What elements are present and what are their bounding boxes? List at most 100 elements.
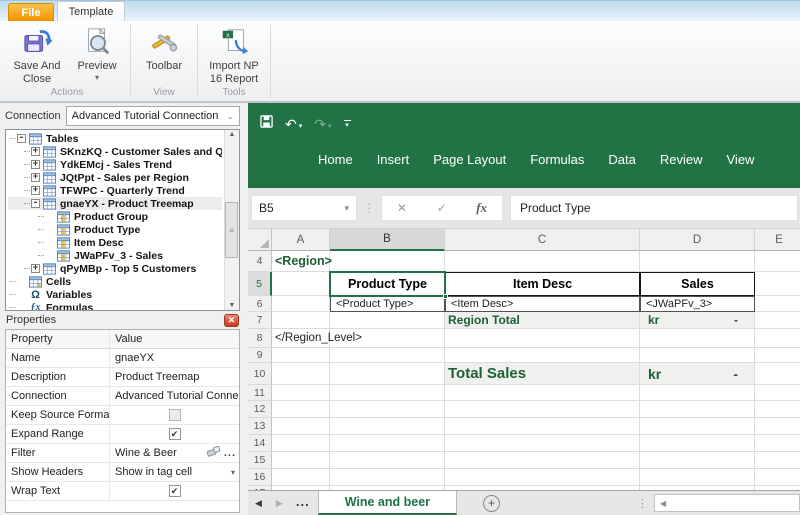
cell-A12[interactable] [272, 401, 330, 418]
row-header-6[interactable]: 6 [248, 296, 272, 312]
horizontal-scrollbar[interactable]: ◀ [654, 494, 800, 512]
customize-quick-access-icon[interactable]: ▾ [343, 119, 351, 129]
redo-dropdown-icon[interactable]: ▾ [328, 123, 332, 130]
cell-E10[interactable] [755, 363, 800, 385]
tree-item-cells[interactable]: Cells [8, 275, 222, 288]
cell-B14[interactable] [330, 435, 445, 452]
save-icon[interactable] [260, 115, 273, 133]
tree-item-tables[interactable]: - Tables [8, 132, 222, 145]
cell-E5[interactable] [755, 272, 800, 296]
cell-D10[interactable]: kr - [640, 363, 755, 385]
cell-B5[interactable]: Product Type [329, 271, 448, 299]
insert-function-icon[interactable]: fx [476, 200, 487, 216]
row-header-13[interactable]: 13 [248, 418, 272, 435]
scroll-left-icon[interactable]: ◀ [660, 499, 666, 508]
enter-entry-icon[interactable]: ✓ [437, 201, 447, 215]
cell-C7[interactable]: Region Total [445, 312, 640, 329]
column-header-A[interactable]: A [272, 229, 330, 251]
cell-E8[interactable] [755, 329, 800, 348]
name-box[interactable]: B5 ▾ [251, 195, 357, 221]
close-properties-icon[interactable]: ✕ [224, 313, 239, 327]
name-box-dropdown-icon[interactable]: ▾ [344, 203, 349, 214]
cell-D4[interactable] [640, 251, 755, 272]
tree-item-product-group[interactable]: Product Group [8, 210, 222, 223]
undo-dropdown-icon[interactable]: ▾ [299, 123, 303, 130]
select-all-corner[interactable] [248, 229, 272, 251]
tree-item-ydkemcj-sales-trend[interactable]: + YdkEMcj - Sales Trend [8, 158, 222, 171]
cell-E13[interactable] [755, 418, 800, 435]
ribbon-tab-view[interactable]: View [715, 152, 767, 167]
cell-B12[interactable] [330, 401, 445, 418]
cell-A13[interactable] [272, 418, 330, 435]
sheet-tab-overflow[interactable]: ... [290, 494, 316, 513]
tab-file[interactable]: File [8, 3, 54, 21]
cell-D14[interactable] [640, 435, 755, 452]
cell-B15[interactable] [330, 452, 445, 469]
property-value[interactable] [110, 406, 239, 424]
cell-E15[interactable] [755, 452, 800, 469]
cell-C8[interactable] [445, 329, 640, 348]
cell-E6[interactable] [755, 296, 800, 312]
tree-item-jqtppt-sales-per-region[interactable]: + JQtPpt - Sales per Region [8, 171, 222, 184]
row-header-4[interactable]: 4 [248, 251, 272, 272]
redo-button[interactable]: ↷ ▾ [314, 117, 331, 131]
expand-icon[interactable]: + [31, 160, 40, 169]
expand-icon[interactable]: + [31, 147, 40, 156]
cell-A6[interactable] [272, 296, 330, 312]
property-value[interactable]: Show in tag cell ▾ [110, 463, 239, 481]
scroll-down-icon[interactable]: ▼ [229, 302, 236, 309]
add-sheet-button[interactable]: + [483, 494, 501, 512]
checkbox-checked[interactable]: ✔ [168, 428, 181, 440]
filter-browse-button[interactable]: ... [224, 447, 236, 459]
cell-B9[interactable] [330, 348, 445, 363]
cell-C11[interactable] [445, 385, 640, 401]
prev-sheet-icon[interactable]: ◀ [248, 498, 269, 509]
cell-E14[interactable] [755, 435, 800, 452]
cell-B13[interactable] [330, 418, 445, 435]
tree-item-gnaeyx-product-treemap[interactable]: - gnaeYX - Product Treemap [8, 197, 222, 210]
cell-E7[interactable] [755, 312, 800, 329]
dropdown-arrow-icon[interactable]: ▾ [231, 468, 235, 477]
cell-D5[interactable]: Sales [640, 272, 755, 296]
cell-A14[interactable] [272, 435, 330, 452]
cell-C14[interactable] [445, 435, 640, 452]
import-np16-button[interactable]: x Import NP 16 Report [203, 23, 265, 85]
collapse-icon[interactable]: - [17, 134, 26, 143]
expand-icon[interactable]: + [31, 173, 40, 182]
toolbar-button[interactable]: Toolbar [136, 23, 192, 73]
row-header-11[interactable]: 11 [248, 385, 272, 401]
preview-button[interactable]: Preview ▾ [69, 23, 125, 82]
column-header-E[interactable]: E [755, 229, 800, 251]
cell-E11[interactable] [755, 385, 800, 401]
property-value[interactable]: ✔ [110, 482, 239, 500]
expand-icon[interactable]: + [31, 186, 40, 195]
row-header-14[interactable]: 14 [248, 435, 272, 452]
cell-A4[interactable]: <Region> [272, 251, 332, 272]
cell-A11[interactable] [272, 385, 330, 401]
undo-button[interactable]: ↶ ▾ [285, 117, 302, 131]
formula-bar-input[interactable]: Product Type [510, 195, 798, 221]
tree-item-formulas[interactable]: ƒx Formulas [8, 301, 222, 310]
preview-dropdown-arrow[interactable]: ▾ [95, 73, 99, 82]
tab-template[interactable]: Template [57, 1, 125, 21]
cell-E12[interactable] [755, 401, 800, 418]
row-header-8[interactable]: 8 [248, 329, 272, 348]
row-header-12[interactable]: 12 [248, 401, 272, 418]
column-header-D[interactable]: D [640, 229, 755, 251]
cell-E4[interactable] [755, 251, 800, 272]
checkbox-checked[interactable]: ✔ [168, 485, 181, 497]
cell-B4[interactable] [330, 251, 445, 272]
cell-C12[interactable] [445, 401, 640, 418]
checkbox-unchecked[interactable] [168, 409, 181, 421]
next-sheet-icon[interactable]: ▶ [269, 498, 290, 509]
cell-A9[interactable] [272, 348, 330, 363]
tree-item-jwapfv-3-sales[interactable]: JWaPFv_3 - Sales [8, 249, 222, 262]
sheet-tab-wine-and-beer[interactable]: Wine and beer [317, 491, 458, 515]
ribbon-tab-page-layout[interactable]: Page Layout [421, 152, 518, 167]
cell-D9[interactable] [640, 348, 755, 363]
cell-B6[interactable]: <Product Type> [330, 296, 445, 312]
ribbon-tab-home[interactable]: Home [306, 152, 365, 167]
cell-A10[interactable] [272, 363, 330, 385]
cell-C4[interactable] [445, 251, 640, 272]
tree-scrollbar-thumb[interactable]: ≡ [225, 202, 238, 258]
